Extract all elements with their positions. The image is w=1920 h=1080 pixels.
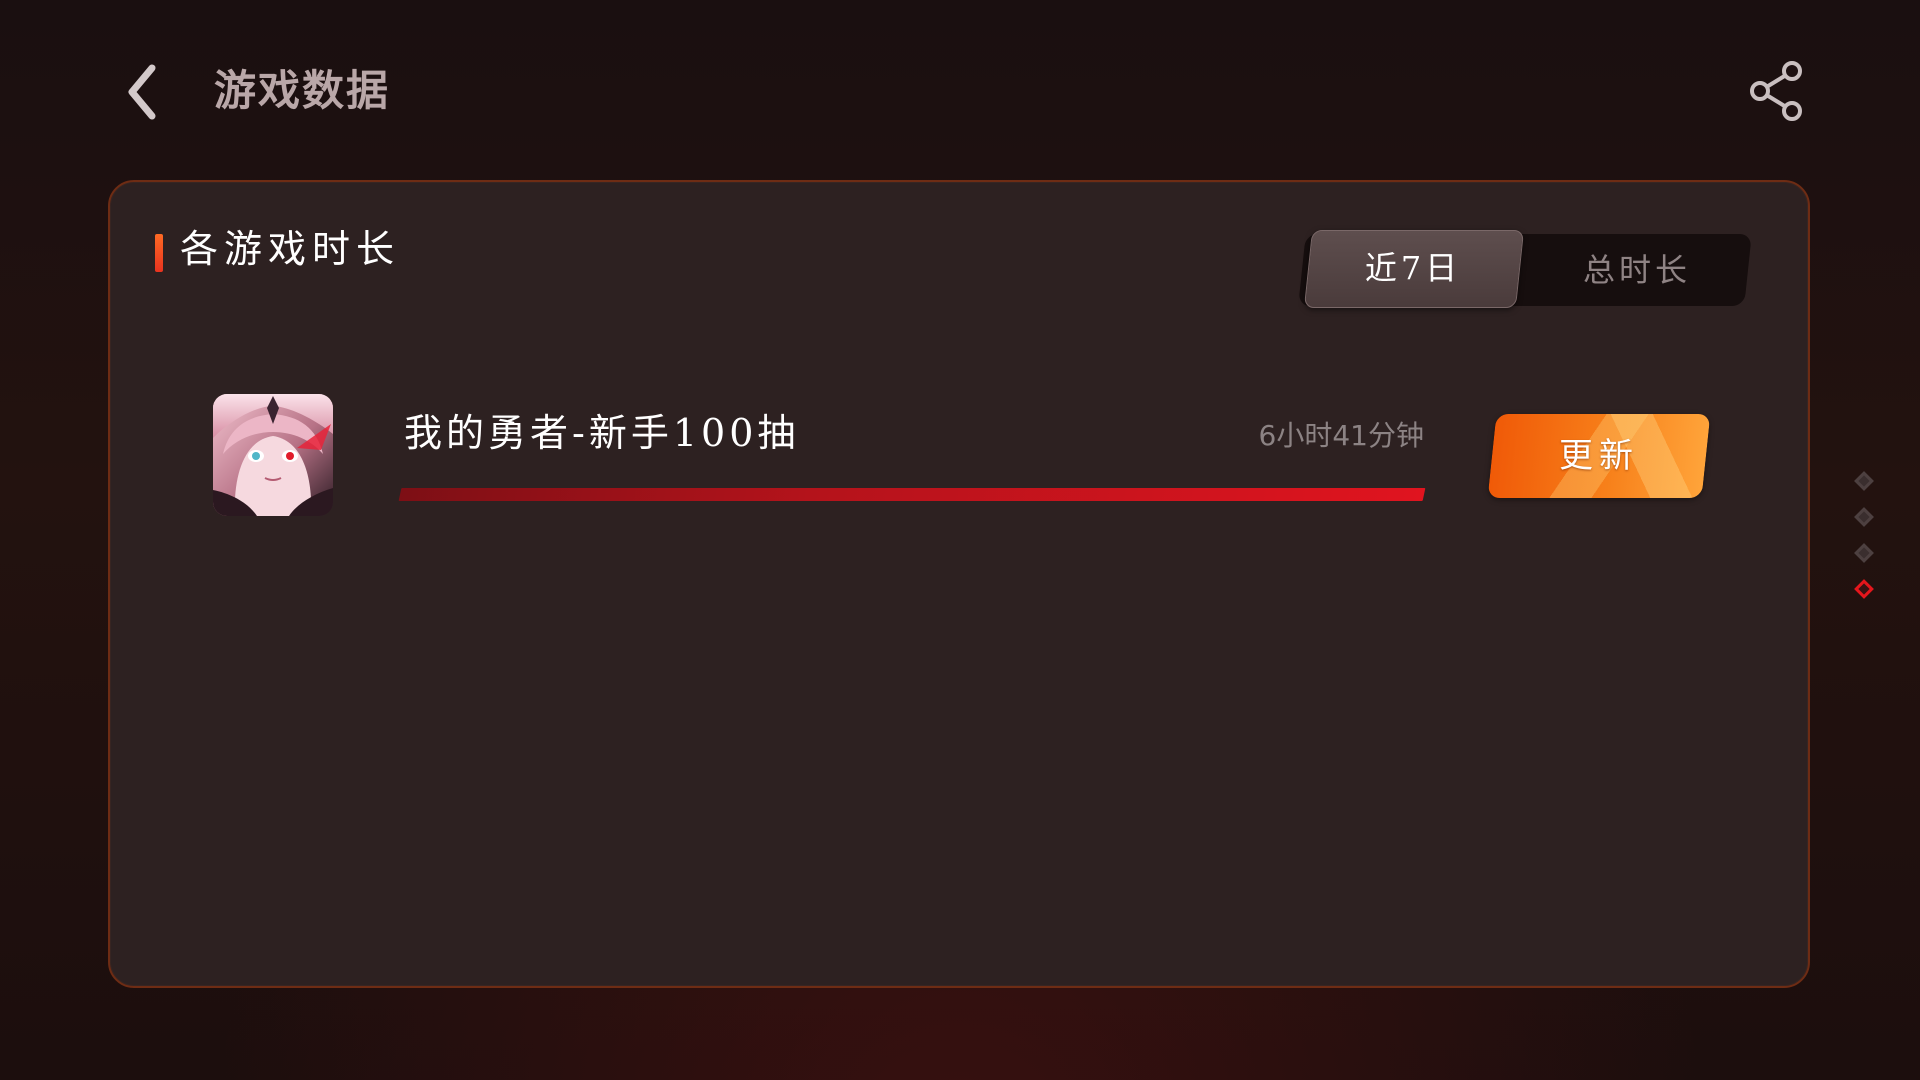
page-indicator-dot[interactable] — [1854, 543, 1874, 563]
game-duration: 6小时41分钟 — [1258, 419, 1424, 452]
page-indicator — [1853, 471, 1879, 610]
update-button-label: 更新 — [1559, 436, 1639, 476]
tab-recent-7-days[interactable]: 近7日 — [1308, 232, 1518, 304]
page-title: 游戏数据 — [214, 66, 391, 115]
play-time-progress-bar — [398, 488, 1426, 501]
section-title: 各游戏时长 — [180, 227, 401, 271]
page-indicator-dot[interactable] — [1854, 507, 1874, 527]
page-indicator-dot[interactable] — [1854, 471, 1874, 491]
page-indicator-dot[interactable] — [1854, 579, 1874, 599]
period-toggle[interactable]: 近7日 总时长 — [1298, 230, 1752, 308]
back-icon[interactable] — [122, 62, 162, 122]
play-time-progress-fill — [398, 488, 1426, 501]
game-name: 我的勇者-新手100抽 — [404, 411, 800, 455]
share-icon[interactable] — [1746, 60, 1806, 122]
game-avatar-icon — [213, 394, 333, 516]
update-button[interactable]: 更新 — [1487, 414, 1711, 498]
section-accent-bar — [155, 234, 163, 272]
tab-total-time[interactable]: 总时长 — [1532, 234, 1742, 306]
